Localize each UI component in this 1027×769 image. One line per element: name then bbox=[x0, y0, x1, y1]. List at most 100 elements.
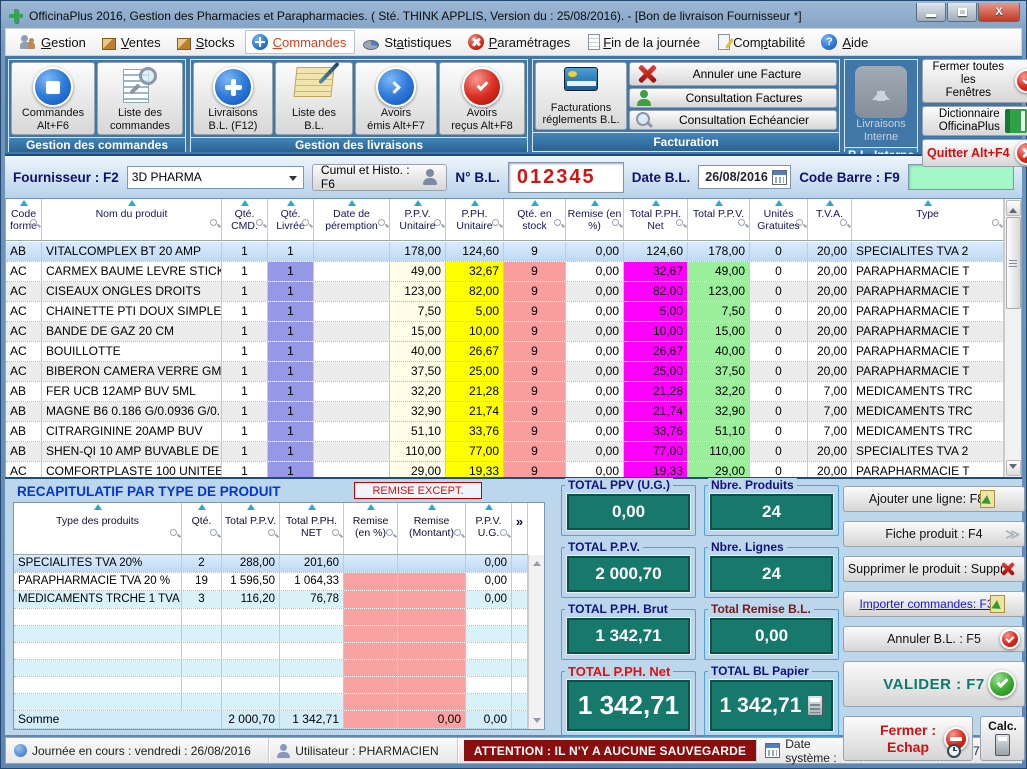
column-header[interactable]: Date de péremption bbox=[314, 199, 390, 240]
minimize-button[interactable] bbox=[916, 3, 946, 22]
valider-button[interactable]: VALIDER : F7 bbox=[843, 661, 1025, 707]
scroll-down-icon[interactable] bbox=[1006, 460, 1021, 476]
livraisons-bl-button[interactable]: Livraisons B.L. (F12) bbox=[193, 62, 273, 135]
recap-empty-row[interactable] bbox=[14, 609, 528, 626]
menu-item-fin-de-la-journ-e[interactable]: Fin de la journée bbox=[580, 31, 708, 53]
table-row[interactable]: ABFER UCB 12AMP BUV 5ML1132,2021,2890,00… bbox=[6, 382, 1004, 402]
consultation-echeancier-button[interactable]: Consultation Echéancier bbox=[629, 110, 837, 130]
table-row[interactable]: ACCARMEX BAUME LEVRE STICK1149,0032,6790… bbox=[6, 262, 1004, 282]
column-header[interactable]: P.P.V. Unitaire bbox=[390, 199, 446, 240]
calc-button[interactable]: Calc. bbox=[980, 716, 1025, 761]
no-bl-field[interactable]: 012345 bbox=[508, 162, 624, 193]
liste-bl-button[interactable]: Liste des B.L. bbox=[275, 62, 353, 135]
supprimer-produit-button[interactable]: Supprimer le produit : Suppr bbox=[843, 556, 1025, 582]
column-header[interactable]: Total P.P.V. bbox=[688, 199, 750, 240]
menu-item-ventes[interactable]: Ventes bbox=[96, 32, 169, 53]
recap-column-header[interactable]: Type des produits bbox=[14, 503, 182, 554]
column-header[interactable]: T.V.A. bbox=[808, 199, 852, 240]
table-row[interactable]: ABCITRARGININE 20AMP BUV1151,1033,7690,0… bbox=[6, 422, 1004, 442]
column-header[interactable]: Nom du produit bbox=[42, 199, 222, 240]
table-row[interactable]: ACCISEAUX ONGLES DROITS11123,0082,0090,0… bbox=[6, 282, 1004, 302]
quitter-button[interactable]: Quitter Alt+F4 bbox=[922, 139, 1027, 167]
avoirs-recus-button[interactable]: Avoirs reçus Alt+F8 bbox=[439, 62, 525, 135]
menu-item-gestion[interactable]: Gestion bbox=[14, 31, 94, 53]
column-header[interactable]: Unités Gratuites bbox=[750, 199, 808, 240]
menu-item-stocks[interactable]: Stocks bbox=[171, 32, 243, 53]
cumul-histo-button[interactable]: Cumul et Histo. : F6 bbox=[312, 164, 448, 191]
cell: PARAPHARMACIE TVA 20 % bbox=[14, 573, 182, 590]
delete-x-icon bbox=[1000, 561, 1016, 577]
recap-empty-row[interactable] bbox=[14, 660, 528, 677]
annuler-facture-button[interactable]: Annuler une Facture bbox=[629, 62, 837, 86]
cell bbox=[344, 626, 398, 642]
sort-arrow-icon bbox=[531, 200, 539, 206]
menu-item-comptabilit-[interactable]: Comptabilité bbox=[710, 31, 813, 53]
import-icon bbox=[990, 595, 1005, 613]
table-row[interactable]: ABSHEN-QI 10 AMP BUVABLE DE11110,0077,00… bbox=[6, 442, 1004, 462]
cell bbox=[512, 626, 528, 642]
column-header[interactable]: Qté. en stock bbox=[504, 199, 566, 240]
recap-column-header[interactable]: Qté. bbox=[182, 503, 222, 554]
table-row[interactable]: ACBIBERON CAMERA VERRE GM1137,5025,0090,… bbox=[6, 362, 1004, 382]
code-barre-input[interactable] bbox=[908, 164, 1014, 190]
ajouter-ligne-button[interactable]: Ajouter une ligne: F8 bbox=[843, 486, 1025, 512]
recap-empty-row[interactable] bbox=[14, 643, 528, 660]
column-header[interactable]: Code forme bbox=[6, 199, 42, 240]
calculator-icon[interactable] bbox=[807, 695, 823, 716]
recap-column-header[interactable]: Total P.P.V. bbox=[222, 503, 280, 554]
annuler-bl-button[interactable]: Annuler B.L. : F5 bbox=[843, 626, 1025, 652]
calendar-icon[interactable] bbox=[772, 170, 787, 185]
column-header[interactable]: Remise (en %) bbox=[566, 199, 624, 240]
commandes-button[interactable]: Commandes Alt+F6 bbox=[11, 62, 95, 135]
fournisseur-select[interactable]: 3D PHARMA bbox=[127, 166, 304, 189]
table-row[interactable]: ACCHAINETTE PTI DOUX SIMPLE117,505,0090,… bbox=[6, 302, 1004, 322]
consultation-factures-button[interactable]: Consultation Factures bbox=[629, 88, 837, 108]
recap-row[interactable]: SPECIALITES TVA 20%2288,00201,600,00 bbox=[14, 555, 528, 573]
scroll-up-icon[interactable] bbox=[533, 557, 541, 566]
recap-empty-row[interactable] bbox=[14, 677, 528, 694]
cell: 1 596,50 bbox=[222, 573, 280, 590]
livraisons-interne-button[interactable]: Livraisons Interne bbox=[847, 62, 915, 145]
menu-item-statistiques[interactable]: Statistiques bbox=[357, 32, 459, 53]
liste-commandes-button[interactable]: Liste des commandes bbox=[97, 62, 183, 135]
date-bl-field[interactable]: 26/08/2016 bbox=[698, 165, 791, 189]
column-header[interactable]: Qté. CMD. bbox=[222, 199, 268, 240]
menu-item-aide[interactable]: ?Aide bbox=[815, 31, 876, 53]
dictionnaire-button[interactable]: Dictionnaire OfficinaPlus bbox=[922, 106, 1027, 136]
column-header[interactable]: Total P.PH. Net bbox=[624, 199, 688, 240]
recap-somme-row[interactable]: Somme2 000,701 342,710,000,00 bbox=[14, 711, 528, 729]
scrollbar-thumb[interactable] bbox=[1006, 217, 1021, 309]
fiche-produit-button[interactable]: Fiche produit : F4 ≫ bbox=[843, 521, 1025, 547]
remise-except-button[interactable]: REMISE EXCEPT. bbox=[354, 482, 482, 499]
recap-column-header[interactable]: P.P.V. U.G. bbox=[466, 503, 512, 554]
fermer-fenetres-button[interactable]: Fermer toutes les Fenêtres bbox=[922, 59, 1027, 103]
recap-column-header[interactable]: Total P.PH. NET bbox=[280, 503, 344, 554]
recap-column-header[interactable]: » bbox=[512, 503, 528, 554]
column-header[interactable]: P.PH. Unitaire bbox=[446, 199, 504, 240]
recap-scrollbar[interactable] bbox=[528, 555, 544, 729]
recap-row[interactable]: PARAPHARMACIE TVA 20 %191 596,501 064,33… bbox=[14, 573, 528, 591]
recap-empty-row[interactable] bbox=[14, 694, 528, 711]
importer-commandes-button[interactable]: Importer commandes: F3 bbox=[843, 591, 1025, 617]
recap-row[interactable]: MEDICAMENTS TRCHE 1 TVA 73116,2076,780,0… bbox=[14, 591, 528, 609]
close-button[interactable]: X bbox=[978, 3, 1020, 22]
scroll-up-icon[interactable] bbox=[1006, 200, 1021, 216]
column-header[interactable]: Type bbox=[852, 199, 1004, 240]
recap-column-header[interactable]: Remise (en %) bbox=[344, 503, 398, 554]
maximize-button[interactable] bbox=[947, 3, 977, 22]
recap-empty-row[interactable] bbox=[14, 626, 528, 643]
facturations-reglements-button[interactable]: Facturations réglements B.L. bbox=[535, 62, 627, 130]
table-row[interactable]: ACBOUILLOTTE1140,0026,6790,0026,6740,000… bbox=[6, 342, 1004, 362]
column-header[interactable]: Qté. Livrée bbox=[268, 199, 314, 240]
cell: 0 bbox=[750, 402, 808, 421]
table-row[interactable]: ABMAGNE B6 0.186 G/0.0936 G/0.1132,9021,… bbox=[6, 402, 1004, 422]
menu-item-param-trages[interactable]: Paramétrages bbox=[462, 31, 579, 53]
products-table-scrollbar[interactable] bbox=[1004, 199, 1021, 477]
menu-item-commandes[interactable]: Commandes bbox=[245, 30, 356, 54]
recap-column-header[interactable]: Remise (Montant) bbox=[398, 503, 466, 554]
table-row[interactable]: ABVITALCOMPLEX BT 20 AMP11178,00124,6090… bbox=[6, 242, 1004, 262]
cell bbox=[398, 591, 466, 608]
table-row[interactable]: ACBANDE DE GAZ 20 CM1115,0010,0090,0010,… bbox=[6, 322, 1004, 342]
scroll-down-icon[interactable] bbox=[533, 718, 541, 727]
avoirs-emis-button[interactable]: Avoirs émis Alt+F7 bbox=[355, 62, 437, 135]
